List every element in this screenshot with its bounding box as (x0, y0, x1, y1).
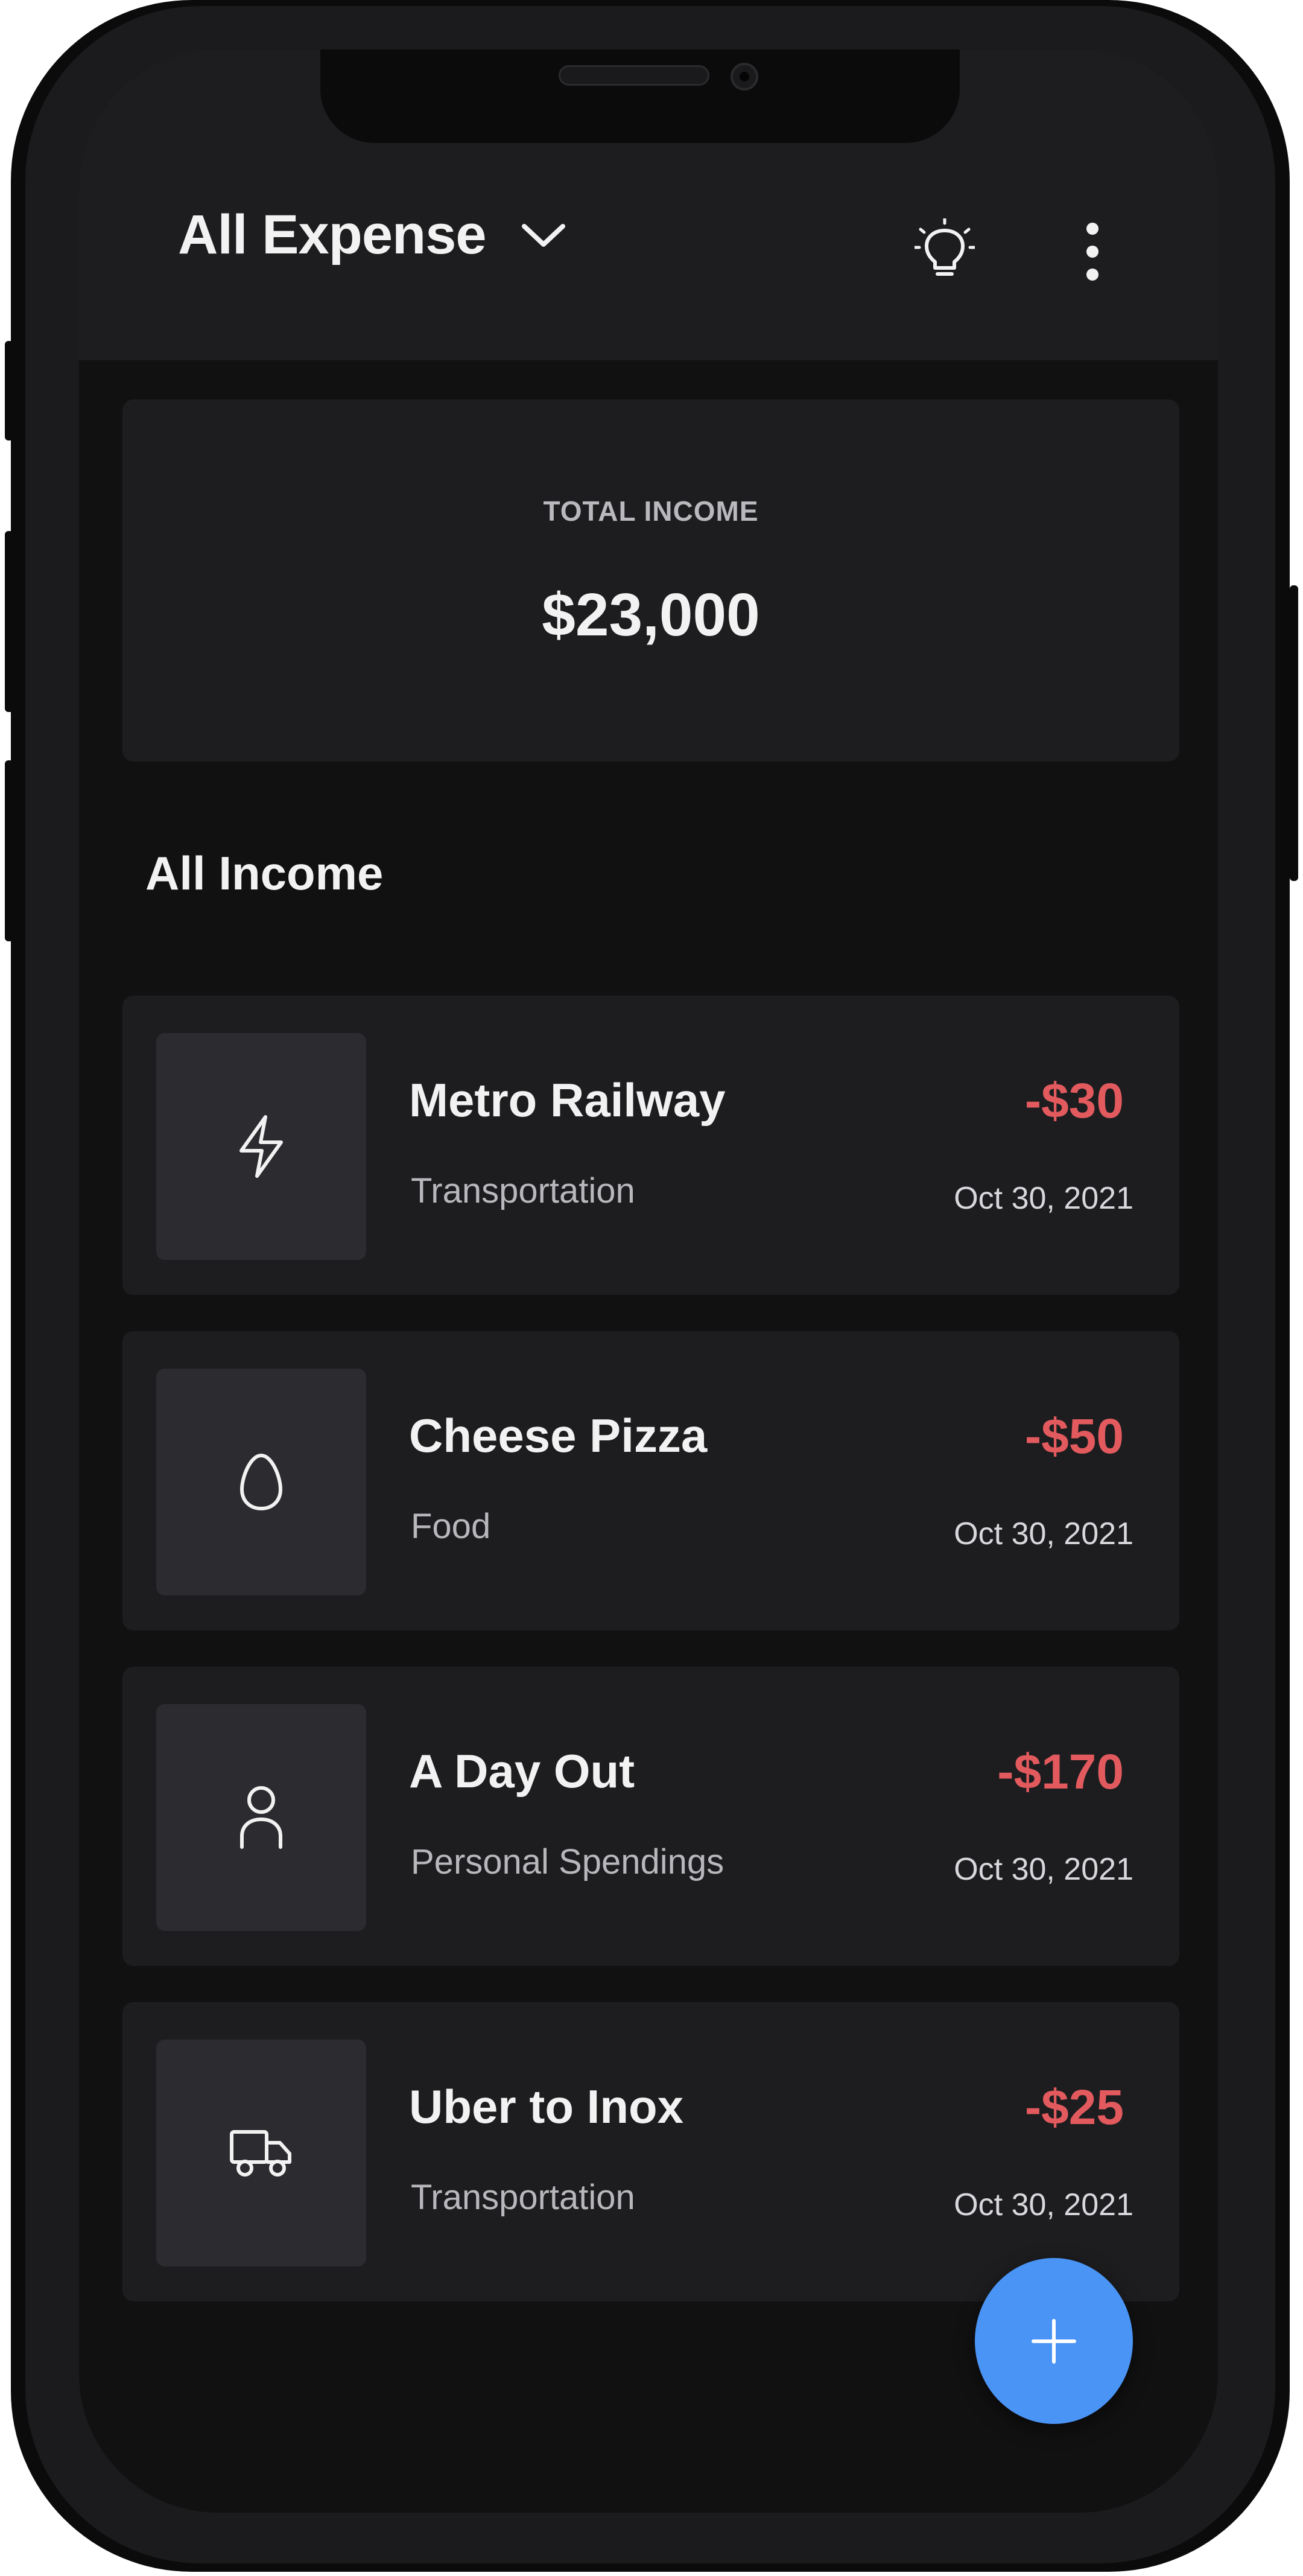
transaction-category: Food (411, 1507, 491, 1546)
transaction-amount: -$50 (1024, 1409, 1124, 1464)
transaction-list: Metro Railway Transportation -$30 Oct 30… (122, 996, 1179, 2338)
person-icon (240, 1786, 282, 1849)
plus-icon (1032, 2318, 1076, 2364)
lightning-icon (239, 1115, 283, 1178)
transaction-title: Cheese Pizza (409, 1409, 708, 1462)
transaction-title: A Day Out (409, 1744, 635, 1798)
transaction-category: Transportation (411, 2178, 635, 2217)
chevron-down-icon (521, 223, 565, 247)
transaction-amount: -$25 (1024, 2080, 1124, 2135)
total-income-card: TOTAL INCOME $23,000 (122, 399, 1179, 762)
transaction-category: Personal Spendings (411, 1842, 724, 1881)
lightbulb-button[interactable] (905, 212, 984, 291)
list-item[interactable]: A Day Out Personal Spendings -$170 Oct 3… (122, 1667, 1179, 1966)
add-expense-button[interactable] (975, 2258, 1133, 2424)
volume-down-button (5, 760, 13, 941)
icon-tile (156, 1369, 366, 1595)
truck-icon (230, 2130, 291, 2177)
power-button (1290, 585, 1298, 881)
app-screen: All Expense TOTAL INCOME $23,000 All Inc… (79, 49, 1218, 2513)
icon-tile (156, 1033, 366, 1260)
transaction-title: Metro Railway (409, 1073, 726, 1127)
icon-tile (156, 2040, 366, 2266)
transaction-amount: -$30 (1024, 1073, 1124, 1128)
expense-filter-dropdown[interactable]: All Expense (178, 203, 568, 267)
device-notch (320, 49, 960, 143)
transaction-date: Oct 30, 2021 (954, 1181, 1133, 1216)
transaction-amount: -$170 (997, 1744, 1124, 1799)
transaction-date: Oct 30, 2021 (954, 1516, 1133, 1551)
lightbulb-icon (915, 218, 975, 276)
front-camera (731, 63, 758, 91)
egg-icon (239, 1453, 283, 1511)
list-item[interactable]: Metro Railway Transportation -$30 Oct 30… (122, 996, 1179, 1295)
list-item[interactable]: Uber to Inox Transportation -$25 Oct 30,… (122, 2002, 1179, 2301)
transaction-title: Uber to Inox (409, 2080, 684, 2133)
icon-tile (156, 1704, 366, 1931)
total-income-value: $23,000 (542, 581, 760, 649)
list-item[interactable]: Cheese Pizza Food -$50 Oct 30, 2021 (122, 1331, 1179, 1630)
silent-switch (5, 341, 13, 440)
more-vertical-icon (1086, 223, 1099, 281)
page-title: All Expense (178, 204, 487, 266)
speaker-grill (559, 65, 709, 86)
section-title: All Income (145, 847, 384, 900)
transaction-date: Oct 30, 2021 (954, 1852, 1133, 1887)
total-income-label: TOTAL INCOME (543, 495, 759, 527)
transaction-category: Transportation (411, 1171, 635, 1210)
volume-up-button (5, 531, 13, 712)
more-options-button[interactable] (1068, 212, 1117, 291)
transaction-date: Oct 30, 2021 (954, 2187, 1133, 2222)
